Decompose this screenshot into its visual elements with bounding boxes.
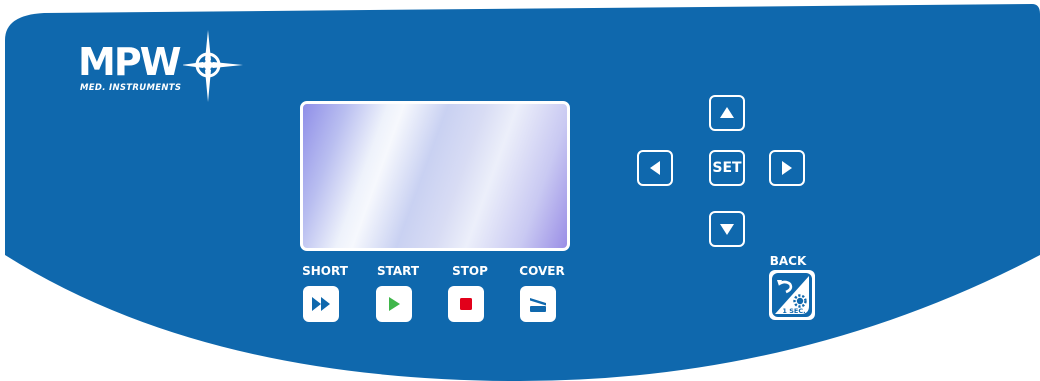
right-button[interactable]: [769, 150, 805, 186]
arrow-right-icon: [782, 161, 792, 175]
arrow-up-icon: [720, 107, 734, 118]
back-button[interactable]: 1 SEC.: [769, 270, 815, 320]
up-button[interactable]: [709, 95, 745, 131]
stop-icon: [460, 298, 472, 310]
set-label: SET: [712, 160, 742, 176]
back-label: BACK: [769, 254, 807, 268]
short-label: SHORT: [302, 264, 348, 278]
logo-text: MPW: [78, 40, 182, 84]
lid-open-icon: [530, 298, 546, 312]
down-button[interactable]: [709, 211, 745, 247]
play-icon: [389, 297, 400, 311]
short-button[interactable]: [303, 286, 339, 322]
arrow-down-icon: [720, 224, 734, 235]
fast-forward-icon: [312, 297, 330, 311]
brand-logo: MPW MED. INSTRUMENTS: [78, 30, 243, 105]
cover-button[interactable]: [520, 286, 556, 322]
start-button[interactable]: [376, 286, 412, 322]
lcd-display: [300, 101, 570, 251]
left-button[interactable]: [637, 150, 673, 186]
cover-label: COVER: [519, 264, 565, 278]
stop-label: STOP: [452, 264, 488, 278]
set-button[interactable]: SET: [709, 150, 745, 186]
arrow-left-icon: [650, 161, 660, 175]
start-label: START: [376, 264, 420, 278]
stop-button[interactable]: [448, 286, 484, 322]
logo-subtitle: MED. INSTRUMENTS: [80, 83, 182, 93]
back-badge: 1 SEC.: [782, 307, 806, 315]
compass-star-icon: [183, 30, 243, 102]
